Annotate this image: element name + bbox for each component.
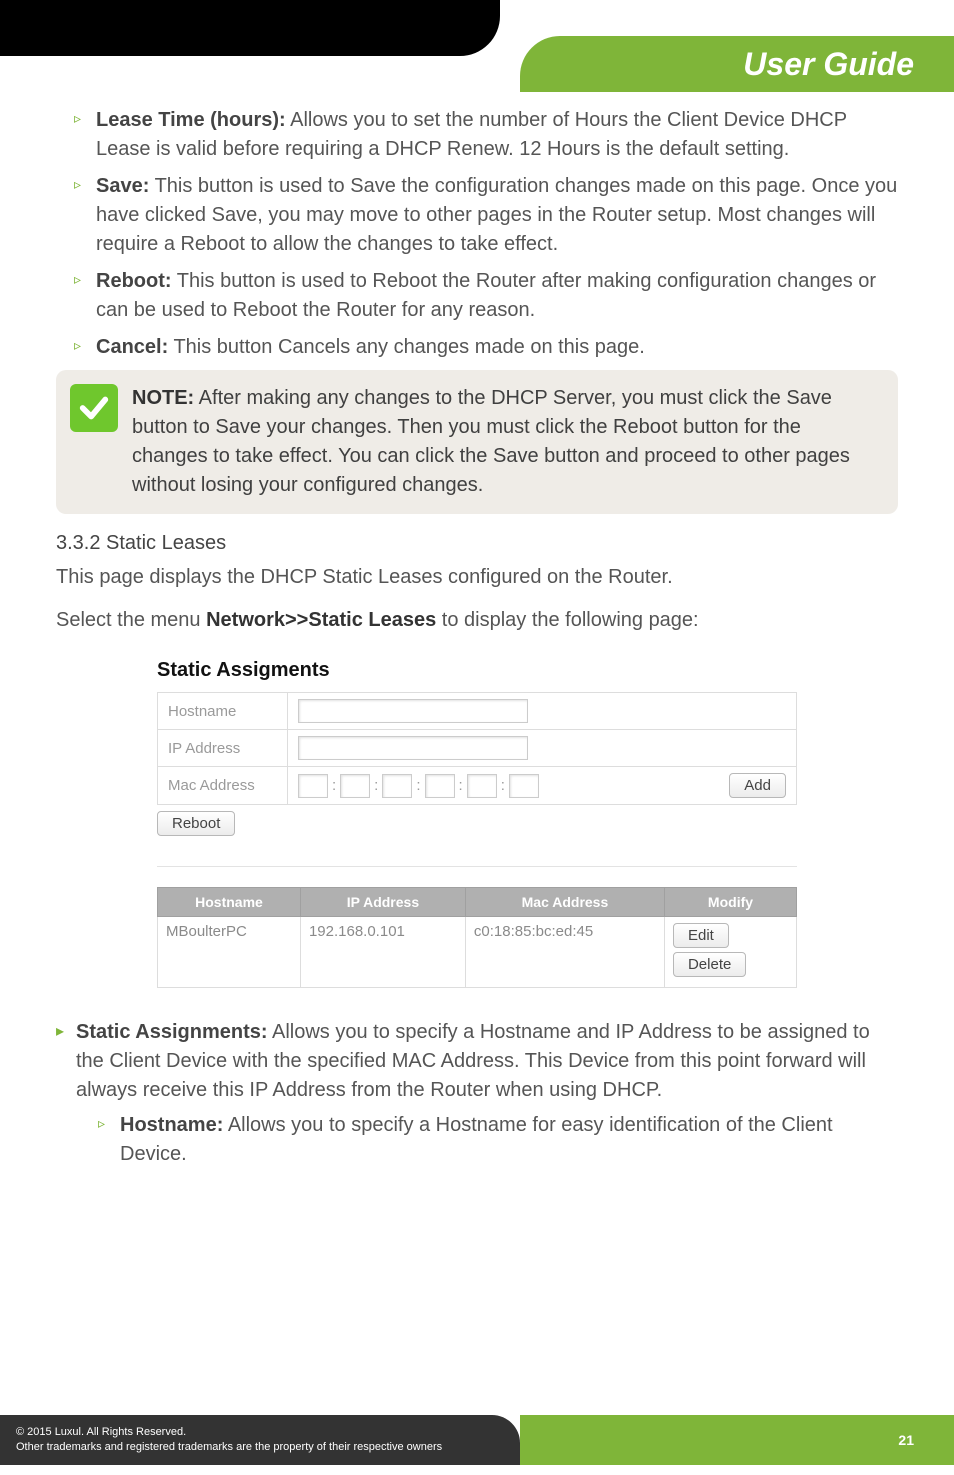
divider	[157, 866, 797, 867]
hostname-input[interactable]	[298, 699, 528, 723]
item-label: Reboot:	[96, 270, 172, 292]
assignment-form: Hostname IP Address Mac Address : : : :	[157, 692, 797, 805]
cell-ip: 192.168.0.101	[300, 917, 465, 988]
mac-label: Mac Address	[158, 767, 288, 805]
edit-button[interactable]: Edit	[673, 923, 729, 948]
col-hostname: Hostname	[158, 888, 301, 917]
paragraph: This page displays the DHCP Static Lease…	[56, 563, 898, 592]
list-item: Lease Time (hours): Allows you to set th…	[74, 106, 898, 164]
cell-modify: Edit Delete	[664, 917, 796, 988]
col-ip: IP Address	[300, 888, 465, 917]
copyright-line1: © 2015 Luxul. All Rights Reserved.	[16, 1425, 504, 1440]
mac-octet-input[interactable]	[509, 774, 539, 798]
col-mac: Mac Address	[465, 888, 664, 917]
cell-mac: c0:18:85:bc:ed:45	[465, 917, 664, 988]
menu-path: Network>>Static Leases	[206, 609, 436, 631]
mac-octet-input[interactable]	[382, 774, 412, 798]
feature-list: Lease Time (hours): Allows you to set th…	[56, 106, 898, 362]
colon: :	[459, 777, 463, 794]
hostname-cell	[288, 693, 797, 730]
note-body: After making any changes to the DHCP Ser…	[132, 387, 850, 496]
check-icon	[70, 384, 118, 432]
lease-table: Hostname IP Address Mac Address Modify M…	[157, 887, 797, 988]
paragraph: Select the menu Network>>Static Leases t…	[56, 606, 898, 635]
ip-label: IP Address	[158, 730, 288, 767]
mac-octet-input[interactable]	[467, 774, 497, 798]
item-text: This button is used to Reboot the Router…	[96, 270, 876, 321]
colon: :	[332, 777, 336, 794]
page-footer: 21 © 2015 Luxul. All Rights Reserved. Ot…	[0, 1411, 954, 1475]
mac-octet-input[interactable]	[425, 774, 455, 798]
footer-black-bar: © 2015 Luxul. All Rights Reserved. Other…	[0, 1415, 520, 1465]
definition-static: Static Assignments: Allows you to specif…	[56, 1018, 898, 1169]
note-callout: NOTE: After making any changes to the DH…	[56, 370, 898, 514]
note-label: NOTE:	[132, 387, 194, 409]
section-heading: 3.3.2 Static Leases	[56, 532, 898, 555]
delete-button[interactable]: Delete	[673, 952, 746, 977]
para-post: to display the following page:	[436, 609, 698, 631]
page-content: Lease Time (hours): Allows you to set th…	[0, 92, 954, 1169]
page-number: 21	[898, 1432, 914, 1448]
hostname-label: Hostname	[158, 693, 288, 730]
table-row: MBoulterPC 192.168.0.101 c0:18:85:bc:ed:…	[158, 917, 797, 988]
copyright-line2: Other trademarks and registered trademar…	[16, 1440, 504, 1455]
list-item: Save: This button is used to Save the co…	[74, 172, 898, 259]
colon: :	[416, 777, 420, 794]
add-button[interactable]: Add	[729, 773, 786, 798]
note-text: NOTE: After making any changes to the DH…	[132, 384, 880, 500]
def-label: Hostname:	[120, 1114, 223, 1136]
header-green-bar: User Guide	[520, 36, 954, 92]
list-item: Cancel: This button Cancels any changes …	[74, 333, 898, 362]
list-item: Hostname: Allows you to specify a Hostna…	[98, 1111, 898, 1169]
list-item: Reboot: This button is used to Reboot th…	[74, 267, 898, 325]
mac-input-group: : : : : :	[298, 774, 539, 798]
colon: :	[501, 777, 505, 794]
footer-green-bar: 21	[520, 1415, 954, 1465]
ip-input[interactable]	[298, 736, 528, 760]
reboot-button[interactable]: Reboot	[157, 811, 235, 836]
item-label: Cancel:	[96, 336, 168, 358]
page-title: User Guide	[743, 46, 914, 83]
page-header: User Guide	[0, 0, 954, 92]
panel-title: Static Assigments	[157, 659, 797, 682]
mac-octet-input[interactable]	[340, 774, 370, 798]
header-black-bar	[0, 0, 500, 56]
colon: :	[374, 777, 378, 794]
col-modify: Modify	[664, 888, 796, 917]
para-pre: Select the menu	[56, 609, 206, 631]
sub-list: Hostname: Allows you to specify a Hostna…	[76, 1111, 898, 1169]
item-text: This button Cancels any changes made on …	[168, 336, 645, 358]
item-label: Save:	[96, 175, 149, 197]
item-label: Lease Time (hours):	[96, 109, 286, 131]
item-text: This button is used to Save the configur…	[96, 175, 897, 255]
def-text: Allows you to specify a Hostname for eas…	[120, 1114, 833, 1165]
static-leases-screenshot: Static Assigments Hostname IP Address Ma…	[157, 649, 797, 998]
def-label: Static Assignments:	[76, 1021, 268, 1043]
reboot-row: Reboot	[157, 811, 797, 836]
mac-cell: : : : : : Add	[288, 767, 797, 805]
cell-hostname: MBoulterPC	[158, 917, 301, 988]
mac-octet-input[interactable]	[298, 774, 328, 798]
ip-cell	[288, 730, 797, 767]
